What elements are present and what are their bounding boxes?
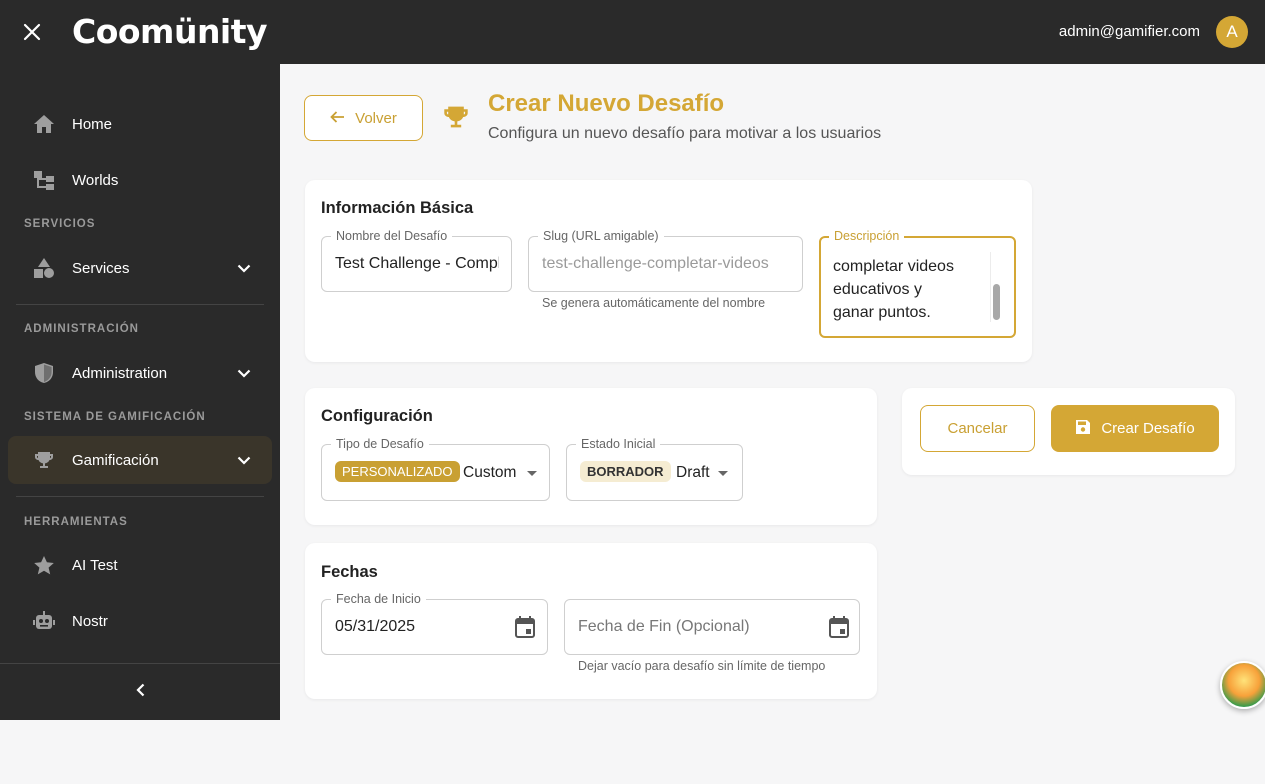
field-label: Nombre del Desafío [331,229,453,243]
back-button[interactable]: Volver [304,95,423,141]
collapse-sidebar-button[interactable] [0,663,280,720]
chevron-left-icon [135,683,145,702]
robot-icon [32,609,56,633]
description-value: completar videos educativos y ganar punt… [833,258,954,321]
start-date-value: 05/31/2025 [335,618,416,635]
challenge-type-select[interactable]: Tipo de Desafío PERSONALIZADO Custom [321,437,550,501]
sidebar-item-administration[interactable]: Administration [8,349,272,397]
initial-status-select[interactable]: Estado Inicial BORRADOR Draft [566,437,743,501]
field-label: Tipo de Desafío [331,437,429,451]
worlds-icon [32,168,56,192]
cancel-button[interactable]: Cancelar [920,405,1035,452]
divider [16,304,264,305]
status-value: Draft [676,464,710,481]
create-button-label: Crear Desafío [1101,420,1195,437]
sidebar-item-label: AI Test [72,556,118,574]
sidebar: Home Worlds SERVICIOS Services ADMINISTR… [0,64,280,720]
dropdown-arrow-icon [718,471,728,476]
calendar-icon[interactable] [515,616,535,643]
section-label-herramientas: HERRAMIENTAS [24,516,128,528]
sidebar-item-nostr[interactable]: Nostr [8,597,272,645]
card-title: Fechas [321,563,378,581]
chevron-down-icon [234,258,254,278]
user-email: admin@gamifier.com [1058,23,1200,40]
close-icon[interactable] [20,20,44,44]
field-label: Fecha de Inicio [331,592,426,606]
textarea-scrollbar[interactable] [990,252,1000,322]
sidebar-item-label: Administration [72,364,168,382]
sidebar-item-worlds[interactable]: Worlds [8,156,272,204]
config-card: Configuración Tipo de Desafío PERSONALIZ… [305,388,877,525]
page-title: Crear Nuevo Desafío [488,90,725,117]
calendar-icon[interactable] [829,616,849,643]
trophy-icon [32,448,56,472]
trophy-icon [443,104,469,130]
sidebar-item-gamificacion[interactable]: Gamificación [8,436,272,484]
field-label: Estado Inicial [576,437,661,451]
shield-icon [32,361,56,385]
chevron-down-icon [234,363,254,383]
section-label-servicios: SERVICIOS [24,218,96,230]
status-chip: BORRADOR [580,461,671,482]
page-subtitle: Configura un nuevo desafío para motivar … [488,125,882,142]
sidebar-item-services[interactable]: Services [8,244,272,292]
field-label: Slug (URL amigable) [538,229,664,243]
end-date-placeholder: Fecha de Fin (Opcional) [578,618,750,635]
section-label-administracion: ADMINISTRACIÓN [24,323,139,335]
type-chip: PERSONALIZADO [335,461,460,482]
divider [16,496,264,497]
description-textarea[interactable]: Descripción completar videos educativos … [819,229,1016,338]
actions-card: Cancelar Crear Desafío [902,388,1235,475]
slug-value: test-challenge-completar-videos [542,255,769,272]
dates-card: Fechas Fecha de Inicio 05/31/2025 Fecha … [305,543,877,699]
type-value: Custom [463,464,517,481]
sidebar-item-ai-test[interactable]: AI Test [8,541,272,589]
card-title: Información Básica [321,199,474,217]
sidebar-item-label: Gamificación [72,451,159,469]
back-button-label: Volver [355,109,397,127]
start-date-field[interactable]: Fecha de Inicio 05/31/2025 [321,592,548,655]
create-challenge-button[interactable]: Crear Desafío [1051,405,1219,452]
home-icon [32,112,56,136]
top-app-bar: Coomünity admin@gamifier.com A [0,0,1265,64]
section-label-gamificacion: SISTEMA DE GAMIFICACIÓN [24,411,206,423]
card-title: Configuración [321,407,433,425]
field-label: Descripción [829,229,905,243]
slug-helper-text: Se genera automáticamente del nombre [542,296,766,310]
services-icon [32,256,56,280]
arrow-left-icon [330,110,345,127]
scrollbar-thumb[interactable] [993,284,1000,320]
challenge-name-field[interactable]: Nombre del Desafío Test Challenge - Comp… [321,229,512,292]
end-date-field[interactable]: Fecha de Fin (Opcional) [564,599,860,655]
app-logo[interactable]: Coomünity [72,12,268,51]
sidebar-item-label: Home [72,115,113,133]
sidebar-item-label: Services [72,259,130,277]
save-icon [1075,419,1091,439]
floating-assistant-button[interactable] [1220,661,1265,709]
basic-info-card: Información Básica Nombre del Desafío Te… [305,180,1032,362]
star-icon [32,553,56,577]
slug-field[interactable]: Slug (URL amigable) test-challenge-compl… [528,229,803,292]
avatar[interactable]: A [1216,16,1248,48]
dropdown-arrow-icon [527,471,537,476]
sidebar-item-home[interactable]: Home [8,100,272,148]
sidebar-item-label: Worlds [72,171,119,189]
chevron-down-icon [234,450,254,470]
end-date-helper-text: Dejar vacío para desafío sin límite de t… [578,659,826,673]
sidebar-item-label: Nostr [72,612,108,630]
challenge-name-value: Test Challenge - Completar Videos [335,255,499,272]
